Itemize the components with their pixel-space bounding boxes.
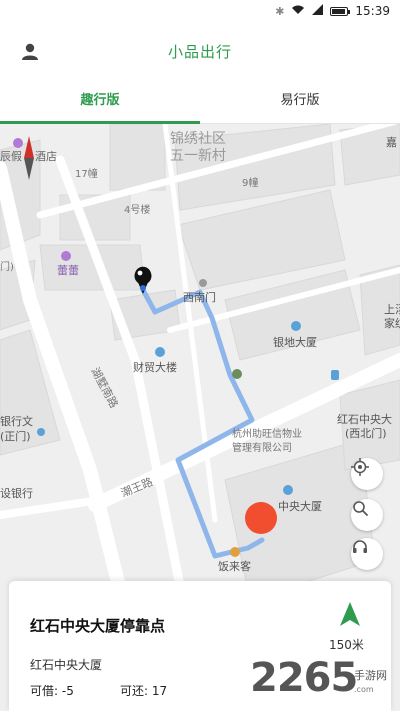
distance: 150米 <box>329 638 364 652</box>
return-count: 可还: 17 <box>120 684 168 698</box>
clock: 15:39 <box>355 4 390 18</box>
version-tabs: 趣行版 易行版 <box>0 78 400 124</box>
status-bar: ✱ 15:39 <box>0 0 400 24</box>
search-button[interactable] <box>351 499 383 531</box>
label-caimao: 财贸大楼 <box>133 360 177 374</box>
label-yindi: 银地大厦 <box>273 335 317 349</box>
label-bank1b: (正门) <box>0 429 31 443</box>
tab-yixing[interactable]: 易行版 <box>200 78 400 123</box>
locate-button[interactable] <box>351 458 383 490</box>
label-left-mark: 门) <box>0 260 14 273</box>
label-road-hu: 湖墅南路 <box>88 365 120 410</box>
page-title: 小品出行 <box>167 43 232 61</box>
status-icons: ✱ 15:39 <box>275 4 390 18</box>
label-fanlaike: 饭来客 <box>218 559 251 573</box>
navigate-arrow-icon[interactable] <box>338 601 362 627</box>
label-leilei: 蕾蕾 <box>57 264 79 277</box>
label-shang: 上汤 <box>384 302 400 316</box>
label-bldg9: 9幢 <box>242 176 258 189</box>
label-wuye2: 管理有限公司 <box>232 441 292 454</box>
app-header: 小品出行 <box>0 24 400 78</box>
label-hotel2: 酒店 <box>35 149 57 163</box>
watermark-number: 2265 <box>250 655 358 701</box>
battery-icon <box>330 6 351 16</box>
label-village: 五一新村 <box>170 148 226 164</box>
label-xinanmen: 西南门 <box>183 290 216 304</box>
signal-icon <box>312 4 324 18</box>
label-community: 锦绣社区 <box>170 130 226 147</box>
borrow-count: 可借: -5 <box>30 684 74 698</box>
watermark-domain: .com <box>354 685 374 694</box>
search-icon <box>353 501 368 516</box>
label-bank2: 设银行 <box>0 486 33 500</box>
label-hongshi: 红石中央大 <box>337 412 392 426</box>
stop-name: 红石中央大厦停靠点 <box>30 617 166 635</box>
headset-icon <box>353 540 367 553</box>
locate-icon <box>351 458 369 476</box>
label-jiayuan: 家纺 <box>384 316 400 330</box>
support-button[interactable] <box>351 538 383 570</box>
watermark-site: 手游网 <box>354 669 387 682</box>
wifi-icon <box>291 4 305 18</box>
stop-subtitle: 红石中央大厦 <box>30 658 103 672</box>
label-jia: 嘉 <box>386 135 397 149</box>
watermark-logo: 2265 手游网 .com <box>250 655 400 711</box>
label-bank1: 银行文 <box>0 414 33 428</box>
tab-quxing[interactable]: 趣行版 <box>0 78 200 124</box>
label-zhongyang: 中央大厦 <box>278 499 322 513</box>
label-hongshi-gate: (西北门) <box>345 426 387 440</box>
label-wuye1: 杭州助旺信物业 <box>232 427 302 440</box>
label-hotel: 辰假 <box>0 149 22 163</box>
destination-marker[interactable] <box>245 502 277 534</box>
label-bldg17: 17幢 <box>75 167 98 180</box>
bluetooth-icon: ✱ <box>275 4 285 18</box>
label-bldg4: 4号楼 <box>124 203 150 216</box>
